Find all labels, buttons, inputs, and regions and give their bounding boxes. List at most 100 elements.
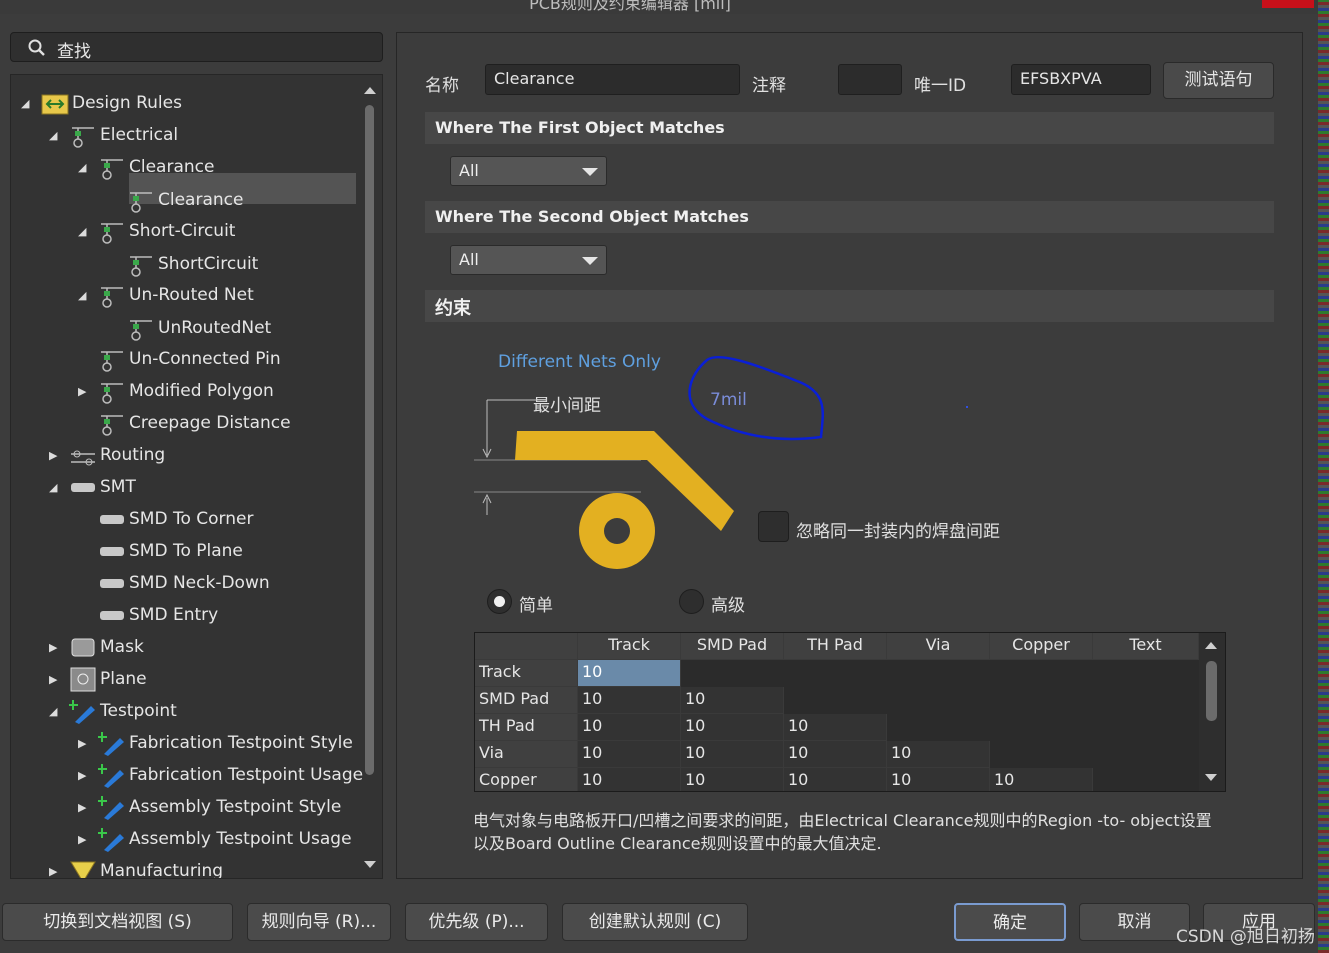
name-field[interactable]: Clearance bbox=[485, 64, 740, 95]
tree-item-un-routed-net[interactable]: Un-Routed Net bbox=[98, 281, 254, 309]
rule-icon bbox=[98, 346, 126, 372]
matrix-cell[interactable]: 10 bbox=[990, 768, 1093, 791]
cancel-button[interactable]: 取消 bbox=[1079, 903, 1190, 941]
tree-item-routing[interactable]: Routing bbox=[69, 441, 165, 469]
tree-item-plane[interactable]: Plane bbox=[69, 665, 147, 693]
testpoint-icon bbox=[97, 762, 126, 788]
tree-item-testpoint[interactable]: Testpoint bbox=[68, 697, 177, 725]
test-query-button[interactable]: 测试语句 bbox=[1163, 62, 1274, 99]
scroll-down-icon[interactable] bbox=[1205, 774, 1217, 781]
tree-item-clearance[interactable]: Clearance bbox=[127, 186, 243, 214]
matrix-row-header: Copper bbox=[475, 768, 578, 791]
matrix-scrollbar-thumb[interactable] bbox=[1206, 661, 1217, 721]
collapse-arrow-icon[interactable]: ◢ bbox=[78, 290, 90, 302]
matrix-corner bbox=[475, 633, 578, 660]
tree-item-un-connected-pin[interactable]: Un-Connected Pin bbox=[98, 345, 281, 373]
tree-item-manufacturing[interactable]: Manufacturing bbox=[69, 857, 223, 878]
collapse-arrow-icon[interactable]: ◢ bbox=[49, 130, 61, 142]
tree-item-fabrication-testpoint-usage[interactable]: Fabrication Testpoint Usage bbox=[97, 761, 364, 789]
tree-item-short-circuit[interactable]: Short-Circuit bbox=[98, 217, 235, 245]
second-object-dropdown[interactable]: All bbox=[450, 245, 607, 275]
matrix-cell[interactable]: 10 bbox=[784, 714, 887, 741]
uid-field[interactable]: EFSBXPVA bbox=[1011, 64, 1151, 95]
expand-arrow-icon[interactable]: ▶ bbox=[78, 802, 90, 814]
matrix-column-header: Via bbox=[887, 633, 990, 660]
search-input[interactable]: 查找 bbox=[10, 32, 383, 62]
tree-item-design-rules[interactable]: Design Rules bbox=[41, 89, 182, 117]
smt-icon bbox=[98, 602, 126, 628]
collapse-arrow-icon[interactable]: ◢ bbox=[49, 706, 61, 718]
clearance-diagram bbox=[474, 355, 825, 569]
tree-item-label: Routing bbox=[100, 445, 166, 465]
priority-button[interactable]: 优先级 (P)... bbox=[405, 903, 548, 941]
tree-item-smd-to-plane[interactable]: SMD To Plane bbox=[98, 537, 243, 565]
matrix-cell[interactable]: 10 bbox=[784, 741, 887, 768]
clearance-matrix[interactable]: Track SMD Pad TH Pad Via Copper Text Track 10 SM… bbox=[474, 632, 1226, 792]
rule-icon bbox=[127, 251, 155, 277]
tree-item-label: Fabrication Testpoint Usage bbox=[129, 765, 364, 785]
expand-arrow-icon[interactable]: ▶ bbox=[49, 866, 61, 878]
advanced-mode-radio[interactable] bbox=[679, 589, 704, 614]
collapse-arrow-icon[interactable]: ◢ bbox=[78, 162, 90, 174]
create-default-rules-button[interactable]: 创建默认规则 (C) bbox=[562, 903, 748, 941]
tree-item-smd-to-corner[interactable]: SMD To Corner bbox=[98, 505, 253, 533]
uid-label: 唯一ID bbox=[914, 76, 967, 96]
collapse-arrow-icon[interactable]: ◢ bbox=[49, 482, 61, 494]
tree-scrollbar-thumb[interactable] bbox=[365, 105, 374, 775]
tree-item-shortcircuit[interactable]: ShortCircuit bbox=[127, 250, 258, 278]
tree-item-clearance[interactable]: Clearance bbox=[98, 153, 214, 181]
close-button[interactable] bbox=[1262, 0, 1314, 8]
matrix-cell[interactable]: 10 bbox=[681, 768, 784, 791]
matrix-cell[interactable]: 10 bbox=[681, 687, 784, 714]
expand-arrow-icon[interactable]: ▶ bbox=[49, 642, 61, 654]
matrix-cell[interactable]: 10 bbox=[578, 687, 681, 714]
tree-item-smd-neck-down[interactable]: SMD Neck-Down bbox=[98, 569, 270, 597]
tree-item-label: SMD Entry bbox=[129, 605, 219, 625]
matrix-cell[interactable]: 10 bbox=[681, 714, 784, 741]
matrix-column-header: TH Pad bbox=[784, 633, 887, 660]
simple-mode-radio[interactable] bbox=[487, 589, 512, 614]
rule-icon bbox=[127, 187, 155, 213]
matrix-cell[interactable]: 10 bbox=[784, 768, 887, 791]
expand-arrow-icon[interactable]: ▶ bbox=[78, 738, 90, 750]
comment-field[interactable] bbox=[838, 64, 902, 95]
tree-item-modified-polygon[interactable]: Modified Polygon bbox=[98, 377, 274, 405]
expand-arrow-icon[interactable]: ▶ bbox=[78, 834, 90, 846]
scroll-up-icon[interactable] bbox=[1205, 642, 1217, 649]
expand-arrow-icon[interactable]: ▶ bbox=[78, 386, 90, 398]
first-object-header: Where The First Object Matches bbox=[425, 112, 1274, 144]
matrix-cell[interactable]: 10 bbox=[578, 660, 681, 687]
matrix-cell[interactable]: 10 bbox=[681, 741, 784, 768]
tree-item-label: Plane bbox=[100, 669, 147, 689]
tree-item-label: ShortCircuit bbox=[158, 254, 259, 274]
tree-item-fabrication-testpoint-style[interactable]: Fabrication Testpoint Style bbox=[97, 729, 353, 757]
rules-tree[interactable]: ◢ Design Rules ◢ Electrical ◢ Clearance Cleara… bbox=[10, 74, 383, 879]
matrix-cell[interactable]: 10 bbox=[887, 741, 990, 768]
advanced-mode-label: 高级 bbox=[711, 596, 745, 616]
tree-item-smd-entry[interactable]: SMD Entry bbox=[98, 601, 218, 629]
scroll-up-icon[interactable] bbox=[364, 87, 376, 94]
rule-wizard-button[interactable]: 规则向导 (R)... bbox=[247, 903, 391, 941]
tree-item-smt[interactable]: SMT bbox=[69, 473, 136, 501]
collapse-arrow-icon[interactable]: ◢ bbox=[21, 98, 33, 110]
matrix-cell[interactable]: 10 bbox=[578, 714, 681, 741]
matrix-cell[interactable]: 10 bbox=[578, 768, 681, 791]
tree-item-electrical[interactable]: Electrical bbox=[69, 121, 178, 149]
matrix-cell[interactable]: 10 bbox=[578, 741, 681, 768]
expand-arrow-icon[interactable]: ▶ bbox=[49, 450, 61, 462]
tree-item-creepage-distance[interactable]: Creepage Distance bbox=[98, 409, 291, 437]
first-object-dropdown[interactable]: All bbox=[450, 156, 607, 186]
tree-item-label: Modified Polygon bbox=[129, 381, 274, 401]
ok-button[interactable]: 确定 bbox=[954, 903, 1066, 941]
expand-arrow-icon[interactable]: ▶ bbox=[49, 674, 61, 686]
tree-item-assembly-testpoint-usage[interactable]: Assembly Testpoint Usage bbox=[97, 825, 352, 853]
switch-doc-view-button[interactable]: 切换到文档视图 (S) bbox=[2, 903, 233, 941]
matrix-cell[interactable]: 10 bbox=[887, 768, 990, 791]
tree-item-assembly-testpoint-style[interactable]: Assembly Testpoint Style bbox=[97, 793, 341, 821]
scroll-down-icon[interactable] bbox=[364, 861, 376, 868]
expand-arrow-icon[interactable]: ▶ bbox=[78, 770, 90, 782]
tree-item-unroutednet[interactable]: UnRoutedNet bbox=[127, 314, 271, 342]
collapse-arrow-icon[interactable]: ◢ bbox=[78, 226, 90, 238]
tree-item-mask[interactable]: Mask bbox=[69, 633, 144, 661]
ignore-pads-checkbox[interactable] bbox=[758, 511, 789, 542]
